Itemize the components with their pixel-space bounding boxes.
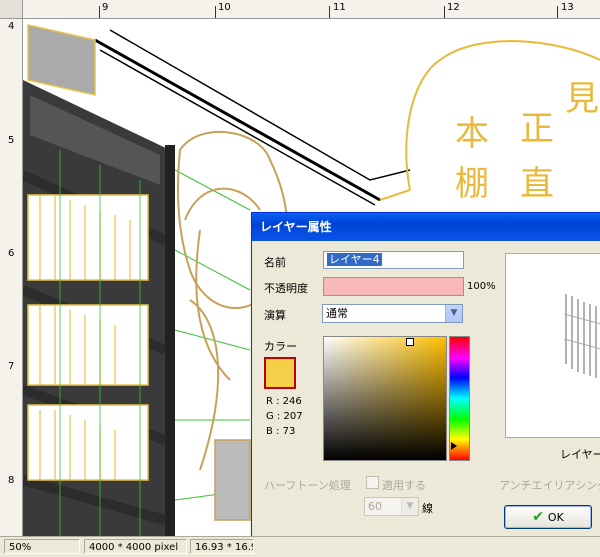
name-label: 名前 <box>264 256 286 269</box>
svg-text:正: 正 <box>520 109 554 149</box>
ruler-label: 4 <box>8 21 15 32</box>
image-size: 4000 * 4000 pixel <box>84 539 187 554</box>
svg-text:棚: 棚 <box>455 164 489 204</box>
ruler-tick <box>329 6 330 18</box>
chevron-down-icon[interactable]: ▼ <box>445 305 462 322</box>
layer-name-field[interactable]: レイヤー4 <box>323 251 464 269</box>
svg-text:直: 直 <box>520 164 554 204</box>
ruler-label: 6 <box>8 248 15 259</box>
ruler-label: 12 <box>447 2 460 13</box>
layer-name-value: レイヤー4 <box>327 253 382 266</box>
blend-label: 演算 <box>264 309 286 322</box>
color-swatch[interactable] <box>264 357 296 389</box>
ruler-label: 13 <box>561 2 574 13</box>
ruler-label: 10 <box>218 2 231 13</box>
apply-label: 適用する <box>382 479 426 492</box>
ok-label: OK <box>547 511 564 524</box>
svg-text:本: 本 <box>455 114 489 154</box>
dialog-title[interactable]: レイヤー属性 <box>252 213 600 241</box>
antialias-label: アンチエイリアシング <box>499 479 600 492</box>
opacity-slider[interactable] <box>323 277 464 296</box>
halftone-label: ハーフトーン処理 <box>264 479 351 492</box>
layer-preview <box>505 253 600 438</box>
top-ruler: 9 10 11 12 13 <box>0 0 600 19</box>
document-dimensions: 16.93 * 16.9 <box>190 539 254 554</box>
left-ruler: 4 5 6 7 8 <box>0 18 23 536</box>
saturation-value-picker[interactable] <box>323 336 447 461</box>
picker-cursor[interactable] <box>406 338 414 346</box>
hue-slider[interactable] <box>449 336 470 461</box>
opacity-label: 不透明度 <box>264 282 308 295</box>
ruler-tick <box>557 6 558 18</box>
lines-unit: 線 <box>422 502 433 515</box>
ruler-label: 9 <box>102 2 109 13</box>
lines-value: 60 <box>368 500 382 513</box>
apply-halftone-checkbox[interactable] <box>366 476 379 489</box>
lines-select[interactable]: 60 ▼ <box>364 497 419 516</box>
ruler-tick <box>99 6 100 18</box>
ruler-tick <box>444 6 445 18</box>
opacity-value: 100% <box>467 281 496 292</box>
chevron-down-icon[interactable]: ▼ <box>401 498 418 515</box>
check-icon: ✔ <box>532 509 544 525</box>
red-value: R : 246 <box>266 396 302 407</box>
color-label: カラー <box>264 340 297 353</box>
status-bar: 50% 4000 * 4000 pixel 16.93 * 16.9 <box>0 536 600 557</box>
preview-thumbnail <box>563 294 600 378</box>
blue-value: B : 73 <box>266 426 296 437</box>
blend-mode-select[interactable]: 通常 ▼ <box>322 304 463 323</box>
ruler-label: 11 <box>333 2 346 13</box>
ok-button[interactable]: ✔ OK <box>504 505 592 529</box>
preview-caption: レイヤー <box>560 448 600 461</box>
green-value: G : 207 <box>266 411 303 422</box>
hue-slider-marker-icon[interactable] <box>451 442 457 450</box>
zoom-level: 50% <box>4 539 80 554</box>
blend-mode-value: 通常 <box>326 307 348 320</box>
ruler-tick <box>215 6 216 18</box>
ruler-label: 7 <box>8 361 15 372</box>
ruler-label: 5 <box>8 135 15 146</box>
ruler-corner <box>0 0 23 19</box>
svg-text:見: 見 <box>565 79 599 119</box>
ruler-label: 8 <box>8 475 15 486</box>
